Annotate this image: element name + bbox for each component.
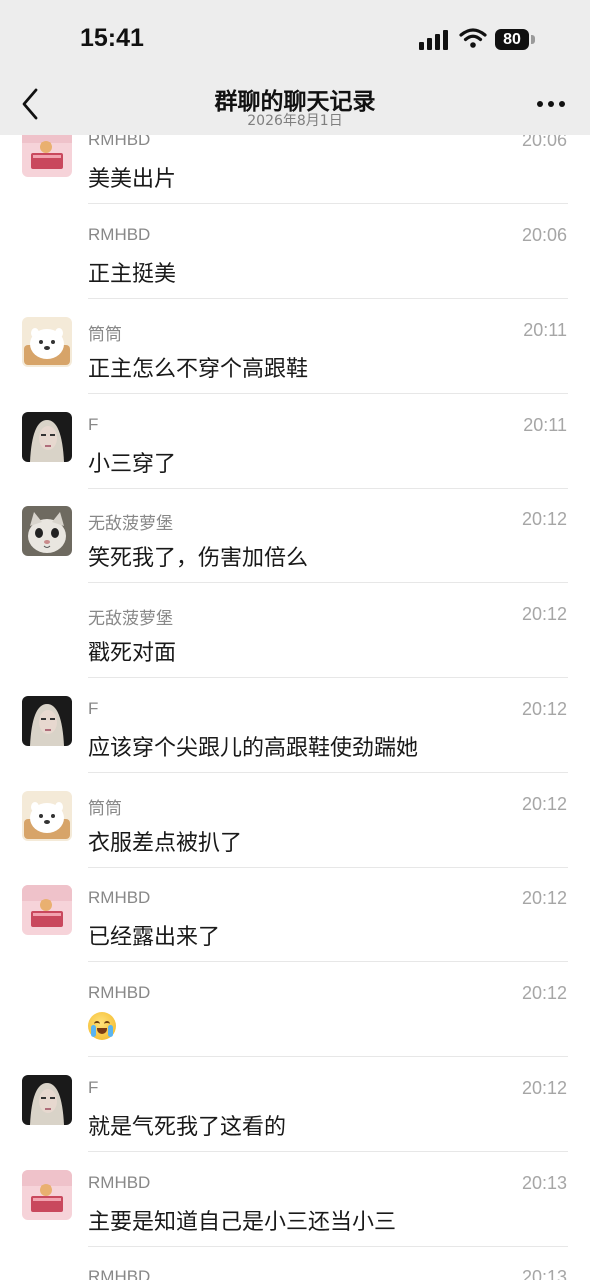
battery-icon: 80 xyxy=(495,29,529,50)
sender-name: RMHBD xyxy=(88,225,151,244)
message-row[interactable]: F 20:12 应该穿个尖跟儿的高跟鞋使劲踹她 xyxy=(0,678,590,773)
message-row[interactable]: RMHBD 20:12 xyxy=(0,962,590,1057)
message-text[interactable]: 衣服差点被扒了 xyxy=(88,825,242,857)
wudi-avatar[interactable] xyxy=(22,506,72,556)
message-time: 20:12 xyxy=(521,699,567,719)
message-time: 20:13 xyxy=(521,1267,567,1280)
message-time: 20:06 xyxy=(521,225,567,245)
message-time: 20:12 xyxy=(521,983,567,1003)
message-text[interactable]: 小三穿了 xyxy=(88,446,176,478)
f-avatar[interactable] xyxy=(22,1075,72,1125)
message-emoji[interactable] xyxy=(88,1010,116,1040)
message-row[interactable]: 无敌菠萝堡 20:12 笑死我了，伤害加倍么 xyxy=(0,488,590,583)
sender-name: F xyxy=(88,415,99,434)
message-row[interactable]: 无敌菠萝堡 20:12 戳死对面 xyxy=(0,583,590,678)
message-row[interactable]: RMHBD 20:12 已经露出来了 xyxy=(0,867,590,962)
cellular-signal-icon xyxy=(419,30,448,50)
wifi-icon xyxy=(459,28,487,48)
tongtong-avatar[interactable] xyxy=(22,791,72,841)
message-row[interactable]: 筒筒 20:11 正主怎么不穿个高跟鞋 xyxy=(0,299,590,394)
message-time: 20:12 xyxy=(521,1078,567,1098)
sender-name: 筒筒 xyxy=(88,325,122,344)
sender-name: 无敌菠萝堡 xyxy=(88,609,173,628)
message-time: 20:12 xyxy=(521,509,567,529)
message-text[interactable]: 美美出片 xyxy=(88,161,176,193)
sender-name: RMHBD xyxy=(88,888,151,907)
message-row[interactable]: RMHBD 20:06 正主挺美 xyxy=(0,204,590,299)
chat-history-list[interactable]: RMHBD 20:06 美美出片 RMHBD 20:06 正主挺美 筒筒 20:… xyxy=(0,0,590,1280)
message-row[interactable]: 筒筒 20:12 衣服差点被扒了 xyxy=(0,773,590,868)
message-text[interactable]: 就是气死我了这看的 xyxy=(88,1109,286,1141)
battery-nub xyxy=(531,35,535,44)
message-text[interactable]: 戳死对面 xyxy=(88,635,176,667)
sender-name: RMHBD xyxy=(88,1173,151,1192)
navigation-header: 15:41 80 群聊的聊天记录 2026年8月1日 xyxy=(0,0,590,135)
rmhbd-avatar[interactable] xyxy=(22,1170,72,1220)
message-row[interactable]: F 20:12 就是气死我了这看的 xyxy=(0,1057,590,1152)
f-avatar[interactable] xyxy=(22,696,72,746)
message-text[interactable]: 主要是知道自己是小三还当小三 xyxy=(88,1204,396,1236)
f-avatar[interactable] xyxy=(22,412,72,462)
message-text[interactable]: 应该穿个尖跟儿的高跟鞋使劲踹她 xyxy=(88,730,418,762)
message-time: 20:12 xyxy=(521,604,567,624)
message-time: 20:11 xyxy=(523,320,567,340)
sender-name: RMHBD xyxy=(88,983,151,1002)
message-time: 20:11 xyxy=(523,415,567,435)
rmhbd-avatar[interactable] xyxy=(22,885,72,935)
sender-name: 筒筒 xyxy=(88,799,122,818)
message-text[interactable]: 已经露出来了 xyxy=(88,919,220,951)
message-text[interactable]: 正主挺美 xyxy=(88,256,176,288)
sender-name: RMHBD xyxy=(88,1267,151,1280)
sender-name: 无敌菠萝堡 xyxy=(88,514,173,533)
message-row[interactable]: RMHBD 20:13 主要是知道自己是小三还当小三 xyxy=(0,1152,590,1247)
message-time: 20:12 xyxy=(521,888,567,908)
status-time: 15:41 xyxy=(80,24,144,52)
sender-name: F xyxy=(88,699,99,718)
crying-face-icon xyxy=(88,1012,116,1040)
sender-name: F xyxy=(88,1078,99,1097)
message-text[interactable]: 正主怎么不穿个高跟鞋 xyxy=(88,351,308,383)
page-subtitle-date: 2026年8月1日 xyxy=(247,113,343,129)
more-options-icon[interactable] xyxy=(536,100,566,108)
message-time: 20:13 xyxy=(521,1173,567,1193)
tongtong-avatar[interactable] xyxy=(22,317,72,367)
message-row[interactable]: F 20:11 小三穿了 xyxy=(0,394,590,489)
message-time: 20:12 xyxy=(521,794,567,814)
message-text[interactable]: 笑死我了，伤害加倍么 xyxy=(88,540,308,572)
message-row[interactable]: RMHBD 20:13 xyxy=(0,1246,590,1280)
